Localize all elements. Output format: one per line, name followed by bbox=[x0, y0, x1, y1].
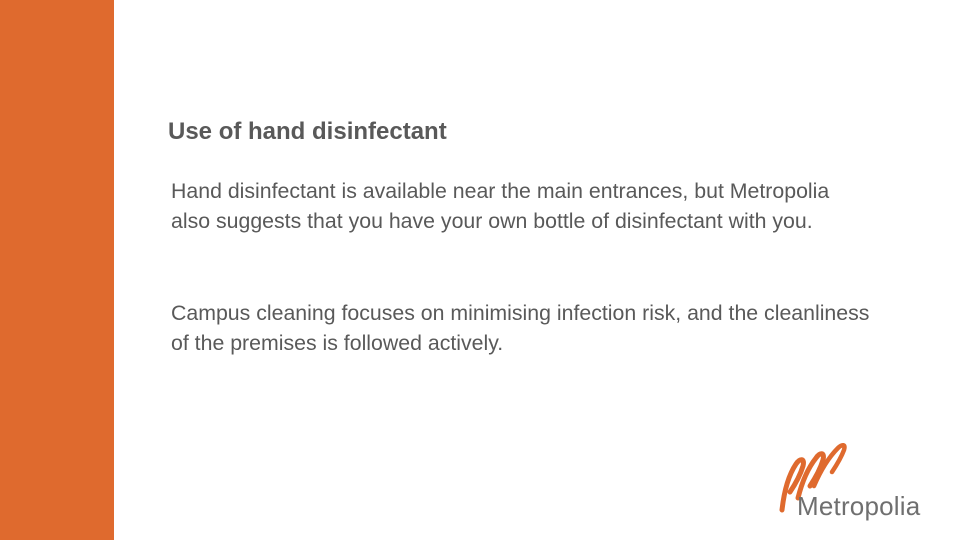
body-paragraph-2: Campus cleaning focuses on minimising in… bbox=[171, 301, 870, 355]
logo-wordmark: Metropolia bbox=[797, 491, 921, 521]
metropolia-logo: Metropolia bbox=[770, 436, 940, 528]
slide-title: Use of hand disinfectant bbox=[168, 118, 447, 145]
accent-sidebar-band bbox=[0, 0, 114, 540]
body-paragraph-1: Hand disinfectant is available near the … bbox=[171, 179, 830, 233]
